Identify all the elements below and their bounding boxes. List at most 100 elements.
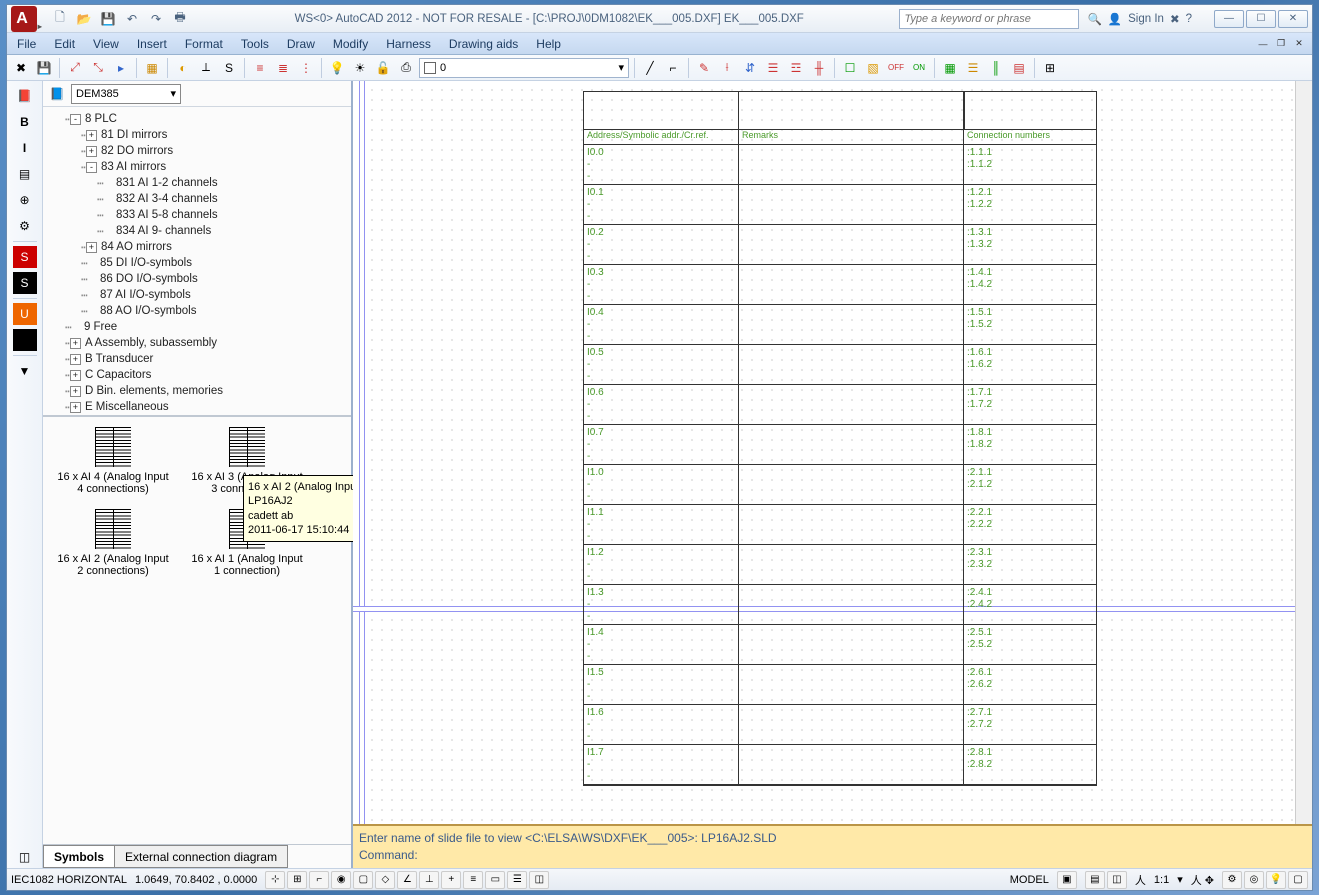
status-qvlayouts-icon[interactable]: ◫ xyxy=(1107,871,1127,889)
tree-toggle-icon[interactable]: - xyxy=(70,114,81,125)
tree-toggle-icon[interactable]: + xyxy=(70,354,81,365)
tree-item[interactable]: ⋯- 83 AI mirrors xyxy=(43,159,351,175)
tool-measure-icon[interactable]: ⟊ xyxy=(717,58,737,78)
signin-link[interactable]: Sign In xyxy=(1128,13,1164,25)
menu-help[interactable]: Help xyxy=(536,37,561,51)
tool-line-icon[interactable]: ╱ xyxy=(640,58,660,78)
tpy-toggle[interactable]: ▭ xyxy=(485,871,505,889)
tool-list-icon[interactable]: ☰ xyxy=(963,58,983,78)
ducs-toggle[interactable]: ⊥ xyxy=(419,871,439,889)
tool-s-icon[interactable]: S xyxy=(219,58,239,78)
app-menu-button[interactable]: A xyxy=(11,6,37,32)
tool-sun-icon[interactable]: ☀ xyxy=(350,58,370,78)
tree-item[interactable]: ⋯ 831 AI 1-2 channels xyxy=(43,175,351,191)
tool-lines3-icon[interactable]: ⋮ xyxy=(296,58,316,78)
tool-cancel-icon[interactable]: ✖ xyxy=(11,58,31,78)
tool-green2-icon[interactable]: ▧ xyxy=(863,58,883,78)
menu-modify[interactable]: Modify xyxy=(333,37,368,51)
vtool-orange-icon[interactable]: U xyxy=(13,303,37,325)
tool-d-icon[interactable]: ▦ xyxy=(142,58,162,78)
tree-item[interactable]: ⋯+ 82 DO mirrors xyxy=(43,143,351,159)
status-layout-icon[interactable]: ▣ xyxy=(1057,871,1077,889)
sc-toggle[interactable]: ◫ xyxy=(529,871,549,889)
tree-toggle-icon[interactable]: - xyxy=(86,162,97,173)
tree-item[interactable]: ⋯ 86 DO I/O-symbols xyxy=(43,271,351,287)
qat-save-icon[interactable]: 💾 xyxy=(99,10,117,28)
menu-tools[interactable]: Tools xyxy=(241,37,269,51)
status-settings-icon[interactable]: ⚙ xyxy=(1222,871,1242,889)
drawing-viewport[interactable]: Address/Symbolic addr./Cr.ref.RemarksCon… xyxy=(353,81,1312,824)
tool-grid-icon[interactable]: ▦ xyxy=(940,58,960,78)
tree-item[interactable]: ⋯ 832 AI 3-4 channels xyxy=(43,191,351,207)
qp-toggle[interactable]: ☰ xyxy=(507,871,527,889)
tree-item[interactable]: ⋯+ A Assembly, subassembly xyxy=(43,335,351,351)
command-line[interactable]: Enter name of slide file to view <C:\ELS… xyxy=(353,824,1312,868)
ortho-toggle[interactable]: ⌐ xyxy=(309,871,329,889)
tool-lines2-icon[interactable]: ≣ xyxy=(273,58,293,78)
help-icon[interactable]: ? xyxy=(1186,13,1192,25)
lib-icon[interactable]: 📘 xyxy=(47,84,67,104)
tree-item[interactable]: ⋯+ C Capacitors xyxy=(43,367,351,383)
qat-redo-icon[interactable]: ↷ xyxy=(147,10,165,28)
vtool-filter-icon[interactable]: ▼ xyxy=(13,360,37,382)
tree-toggle-icon[interactable]: + xyxy=(70,338,81,349)
vtool-gear-icon[interactable]: ⚙ xyxy=(13,215,37,237)
mdi-restore-button[interactable]: ❐ xyxy=(1272,36,1290,52)
tool-print2-icon[interactable]: ⎙ xyxy=(396,58,416,78)
status-scale[interactable]: 1:1 xyxy=(1154,874,1169,886)
tool-c-icon[interactable]: ▸ xyxy=(111,58,131,78)
status-locate-icon[interactable]: ◎ xyxy=(1244,871,1264,889)
menu-file[interactable]: File xyxy=(17,37,36,51)
mdi-minimize-button[interactable]: — xyxy=(1254,36,1272,52)
osnap-toggle[interactable]: ▢ xyxy=(353,871,373,889)
dyn-toggle[interactable]: + xyxy=(441,871,461,889)
otrack-toggle[interactable]: ∠ xyxy=(397,871,417,889)
tree-item[interactable]: ⋯+ D Bin. elements, memories xyxy=(43,383,351,399)
menu-drawing-aids[interactable]: Drawing aids xyxy=(449,37,518,51)
tool-red3-icon[interactable]: ☲ xyxy=(786,58,806,78)
tree-toggle-icon[interactable]: + xyxy=(70,370,81,381)
help-search-input[interactable] xyxy=(899,9,1079,29)
menu-harness[interactable]: Harness xyxy=(386,37,431,51)
tool-on-icon[interactable]: ON xyxy=(909,58,929,78)
tool-red1-icon[interactable]: ⇵ xyxy=(740,58,760,78)
tool-angle-icon[interactable]: ⌐ xyxy=(663,58,683,78)
polar-toggle[interactable]: ◉ xyxy=(331,871,351,889)
vtool-cross-icon[interactable]: ⊕ xyxy=(13,189,37,211)
qat-print-icon[interactable]: 🖶 xyxy=(171,10,189,28)
vtool-i-icon[interactable]: I xyxy=(13,137,37,159)
close-button[interactable]: ✕ xyxy=(1278,10,1308,28)
tool-b-icon[interactable]: ⤡ xyxy=(88,58,108,78)
tool-net-icon[interactable]: ▤ xyxy=(1009,58,1029,78)
vtool-bottom-icon[interactable]: ◫ xyxy=(13,846,37,868)
tree-item[interactable]: ⋯+ 84 AO mirrors xyxy=(43,239,351,255)
tree-item[interactable]: ⋯+ E Miscellaneous xyxy=(43,399,351,415)
tree-toggle-icon[interactable]: + xyxy=(86,146,97,157)
tree-item[interactable]: ⋯+ B Transducer xyxy=(43,351,351,367)
vtool-red-icon[interactable]: S xyxy=(13,246,37,268)
tool-perp-icon[interactable]: ⟂ xyxy=(196,58,216,78)
3dosnap-toggle[interactable]: ◇ xyxy=(375,871,395,889)
tool-red2-icon[interactable]: ☰ xyxy=(763,58,783,78)
tree-item[interactable]: ⋯ 834 AI 9- channels xyxy=(43,223,351,239)
tree-item[interactable]: ⋯- 8 PLC xyxy=(43,111,351,127)
tool-pencil-icon[interactable]: ✎ xyxy=(694,58,714,78)
tool-a-icon[interactable]: ⤢ xyxy=(65,58,85,78)
exchange-icon[interactable]: ✖ xyxy=(1170,12,1180,26)
tree-item[interactable]: ⋯ 85 DI I/O-symbols xyxy=(43,255,351,271)
tab-external[interactable]: External connection diagram xyxy=(114,845,288,868)
tool-save-icon[interactable]: 💾 xyxy=(34,58,54,78)
menu-insert[interactable]: Insert xyxy=(137,37,167,51)
tree-toggle-icon[interactable]: + xyxy=(86,242,97,253)
minimize-button[interactable]: — xyxy=(1214,10,1244,28)
tab-symbols[interactable]: Symbols xyxy=(43,845,115,868)
qat-new-icon[interactable]: 🗋 xyxy=(51,10,69,28)
vtool-blk2-icon[interactable] xyxy=(13,329,37,351)
layer-dropdown[interactable]: 0▾ xyxy=(419,58,629,78)
qat-undo-icon[interactable]: ↶ xyxy=(123,10,141,28)
menu-view[interactable]: View xyxy=(93,37,119,51)
tool-panel-icon[interactable]: ⊞ xyxy=(1040,58,1060,78)
vtool-book-icon[interactable]: 📕 xyxy=(13,85,37,107)
tree-item[interactable]: ⋯ 88 AO I/O-symbols xyxy=(43,303,351,319)
preview-item[interactable]: 16 x AI 2 (Analog Input2 connections) xyxy=(53,509,173,577)
